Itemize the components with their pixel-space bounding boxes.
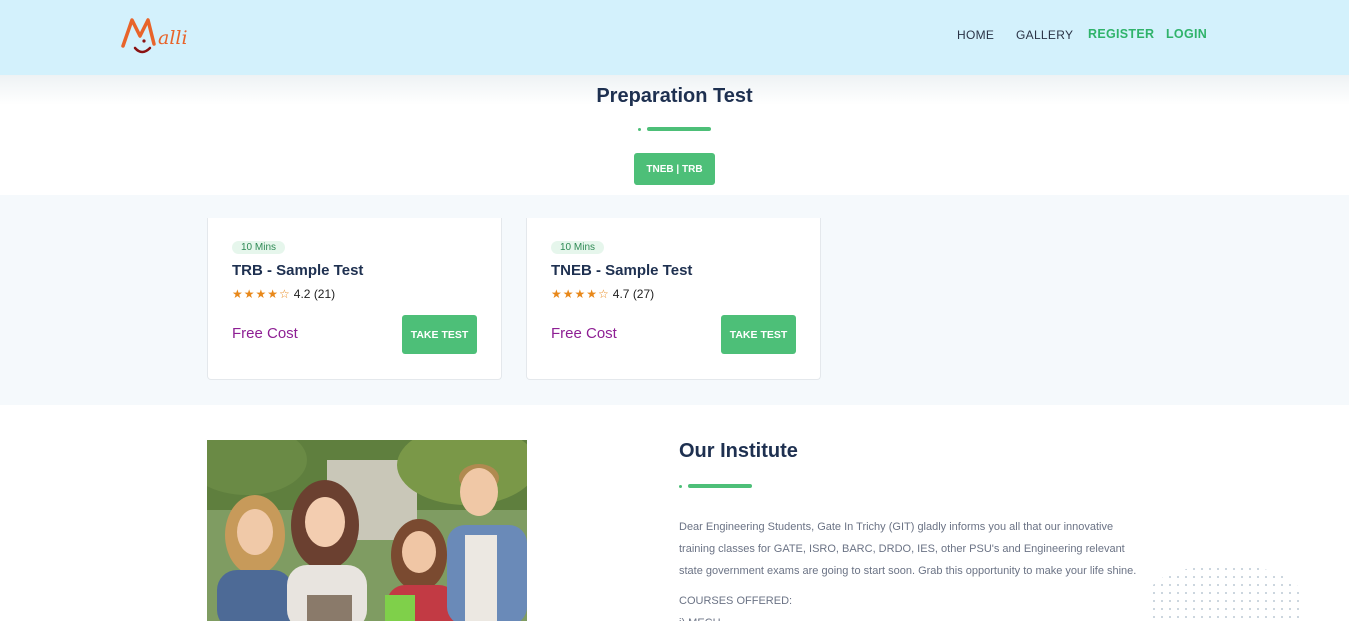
rating-value: 4.2 (21) xyxy=(293,287,336,301)
nav-home[interactable]: HOME xyxy=(957,28,994,42)
test-card-trb: 10 Mins TRB - Sample Test ★★★★☆ 4.2 (21)… xyxy=(207,218,502,380)
rating: ★★★★☆ 4.2 (21) xyxy=(232,287,335,301)
courses-heading: COURSES OFFERED: xyxy=(679,595,793,607)
svg-text:alli: alli xyxy=(158,27,188,49)
institute-description: Dear Engineering Students, Gate In Trich… xyxy=(679,521,1137,577)
section-title-institute: Our Institute xyxy=(679,440,798,462)
section-title-preparation: Preparation Test xyxy=(596,85,753,107)
take-test-button[interactable]: TAKE TEST xyxy=(402,315,477,354)
nav-gallery[interactable]: GALLERY xyxy=(1016,28,1073,42)
students-photo xyxy=(207,440,527,621)
price: Free Cost xyxy=(232,325,298,342)
star-icon: ★★★★☆ xyxy=(551,287,610,301)
duration-badge: 10 Mins xyxy=(232,241,286,254)
institute-divider xyxy=(679,484,753,488)
rating-value: 4.7 (27) xyxy=(612,287,655,301)
test-title[interactable]: TNEB - Sample Test xyxy=(551,262,692,279)
price: Free Cost xyxy=(551,325,617,342)
rating: ★★★★☆ 4.7 (27) xyxy=(551,287,654,301)
duration-badge: 10 Mins xyxy=(551,241,605,254)
nav-login[interactable]: LOGIN xyxy=(1166,27,1207,41)
star-icon: ★★★★☆ xyxy=(232,287,291,301)
site-header: alli HOME GALLERY REGISTER LOGIN xyxy=(0,0,1349,75)
test-card-tneb: 10 Mins TNEB - Sample Test ★★★★☆ 4.7 (27… xyxy=(526,218,821,380)
test-title[interactable]: TRB - Sample Test xyxy=(232,262,363,279)
logo-icon[interactable]: alli xyxy=(120,14,212,58)
courses-offered: COURSES OFFERED: i) MECH xyxy=(679,590,792,621)
filter-tneb-trb-button[interactable]: TNEB | TRB xyxy=(634,153,715,185)
dot-pattern-decoration xyxy=(1150,565,1300,621)
title-divider xyxy=(638,127,712,131)
nav-register[interactable]: REGISTER xyxy=(1088,27,1154,41)
take-test-button[interactable]: TAKE TEST xyxy=(721,315,796,354)
course-item: i) MECH xyxy=(679,612,792,621)
